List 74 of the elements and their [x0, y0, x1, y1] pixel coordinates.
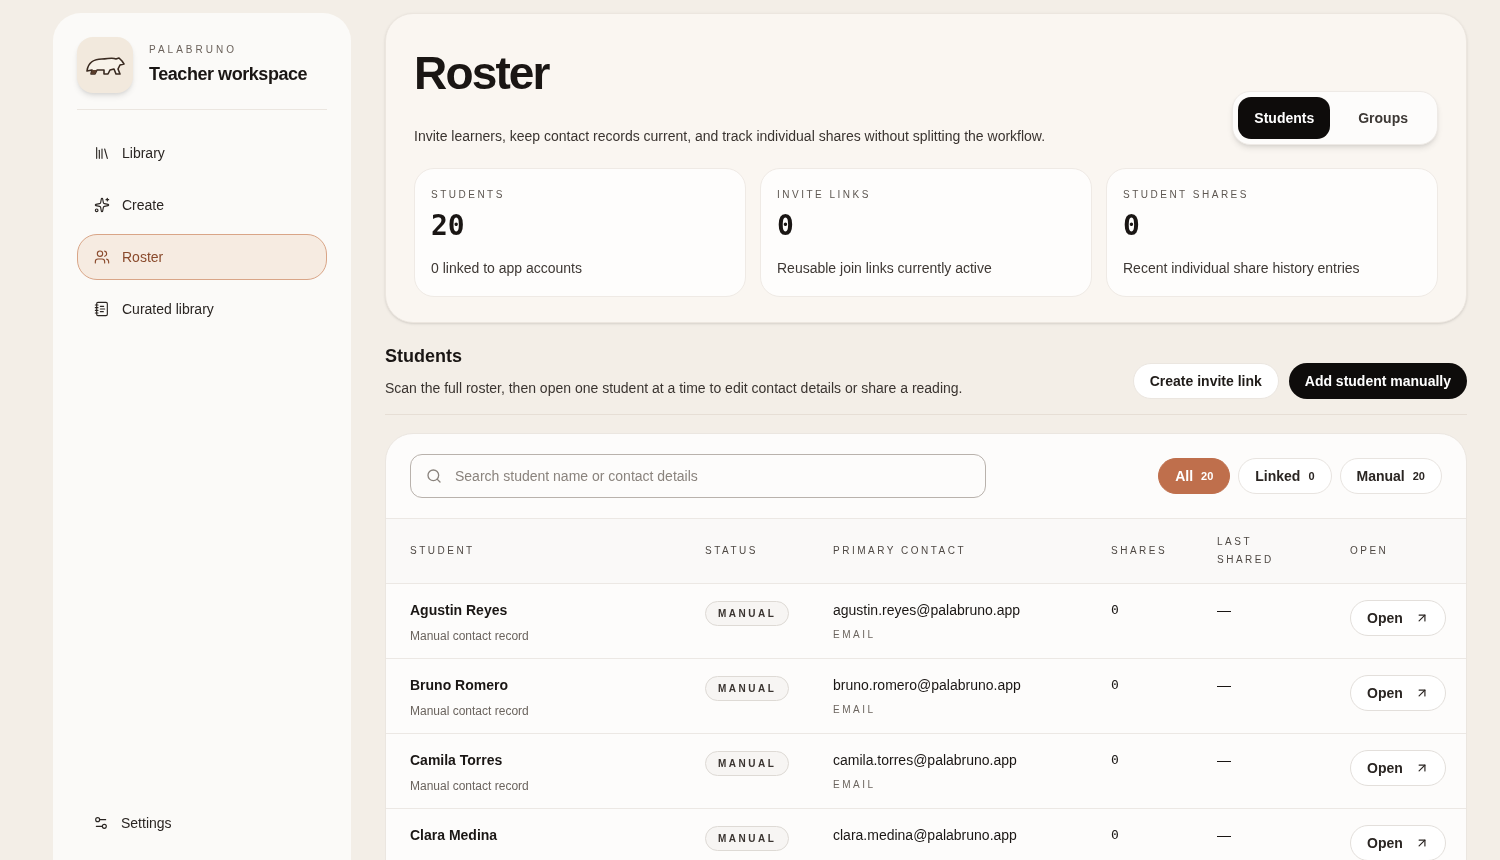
student-name: Agustin Reyes: [410, 601, 509, 620]
stat-value: 0: [1123, 212, 1141, 240]
settings-item[interactable]: Settings: [77, 800, 188, 846]
status-badge: MANUAL: [705, 826, 790, 851]
filter-count: 20: [1201, 468, 1214, 484]
nav-item[interactable]: Curated library: [77, 286, 327, 332]
last-shared: —: [1217, 601, 1232, 620]
search-icon: [426, 468, 442, 484]
contact-type: EMAIL: [833, 628, 877, 642]
student-name: Camila Torres: [410, 751, 504, 770]
add-student-button[interactable]: Add student manually: [1288, 363, 1467, 399]
settings-icon: [93, 815, 109, 831]
contact-email: agustin.reyes@palabruno.app: [833, 601, 1021, 620]
stat-label: INVITE LINKS: [777, 188, 872, 202]
brand-label: PALABRUNO: [149, 43, 238, 57]
student-name: Clara Medina: [410, 826, 499, 845]
status-badge: MANUAL: [705, 676, 790, 701]
column-header: PRIMARY CONTACT: [833, 544, 968, 558]
column-header: OPEN: [1350, 544, 1390, 558]
column-header: STUDENT: [410, 544, 476, 558]
page-subtitle: Invite learners, keep contact records current, and track individual shares without splitting the workflow.: [414, 127, 1046, 146]
stat-label: STUDENTS: [431, 188, 506, 202]
view-tab[interactable]: Groups: [1334, 97, 1432, 139]
contact-type: EMAIL: [833, 703, 877, 717]
shares-count: 0: [1111, 751, 1120, 769]
search-field[interactable]: Search student name or contact details: [410, 454, 986, 498]
stat-note: 0 linked to app accounts: [431, 259, 583, 278]
nav-item[interactable]: Create: [77, 182, 327, 228]
open-button[interactable]: Open: [1350, 750, 1446, 786]
filter-count: 0: [1308, 468, 1315, 484]
notebook-icon: [94, 301, 110, 317]
invite-link-button[interactable]: Create invite link: [1132, 363, 1279, 399]
shares-count: 0: [1111, 826, 1120, 844]
status-badge: MANUAL: [705, 601, 790, 626]
filter-chip[interactable]: Manual 20: [1339, 458, 1442, 494]
nav-item[interactable]: Library: [77, 130, 327, 176]
stat-note: Recent individual share history entries: [1123, 259, 1361, 278]
filter-chip[interactable]: All 20: [1158, 458, 1231, 494]
column-header: STATUS: [705, 544, 759, 558]
contact-email: camila.torres@palabruno.app: [833, 751, 1018, 770]
column-header: LAST SHARED: [1217, 535, 1275, 567]
column-header: SHARES: [1111, 544, 1169, 558]
open-button[interactable]: Open: [1350, 600, 1446, 636]
last-shared: —: [1217, 751, 1232, 770]
open-button[interactable]: Open: [1350, 675, 1446, 711]
sparkles-icon: [94, 197, 110, 213]
people-icon: [94, 249, 110, 265]
student-name: Bruno Romero: [410, 676, 509, 695]
nav-item[interactable]: Roster: [77, 234, 327, 280]
books-icon: [94, 145, 110, 161]
student-note: Manual contact record: [410, 703, 530, 720]
filter-chip[interactable]: Linked 0: [1238, 458, 1332, 494]
contact-email: bruno.romero@palabruno.app: [833, 676, 1022, 695]
stat-note: Reusable join links currently active: [777, 259, 993, 278]
view-tab[interactable]: Students: [1238, 97, 1331, 139]
shares-count: 0: [1111, 676, 1120, 694]
logo-icon: [77, 37, 133, 93]
student-note: Manual contact record: [410, 778, 530, 795]
section-title: Students: [385, 345, 463, 368]
section-description: Scan the full roster, then open one student at a time to edit contact details or share a reading.: [385, 379, 963, 398]
filter-count: 20: [1412, 468, 1425, 484]
workspace-title: Teacher workspace: [149, 63, 308, 86]
contact-email: clara.medina@palabruno.app: [833, 826, 1018, 845]
shares-count: 0: [1111, 601, 1120, 619]
student-note: Manual contact record: [410, 628, 530, 645]
stat-value: 0: [777, 212, 795, 240]
status-badge: MANUAL: [705, 751, 790, 776]
page-title: Roster: [414, 50, 551, 96]
contact-type: EMAIL: [833, 778, 877, 792]
stat-label: STUDENT SHARES: [1123, 188, 1250, 202]
last-shared: —: [1217, 826, 1232, 845]
open-button[interactable]: Open: [1350, 825, 1446, 860]
stat-value: 20: [431, 212, 466, 240]
last-shared: —: [1217, 676, 1232, 695]
